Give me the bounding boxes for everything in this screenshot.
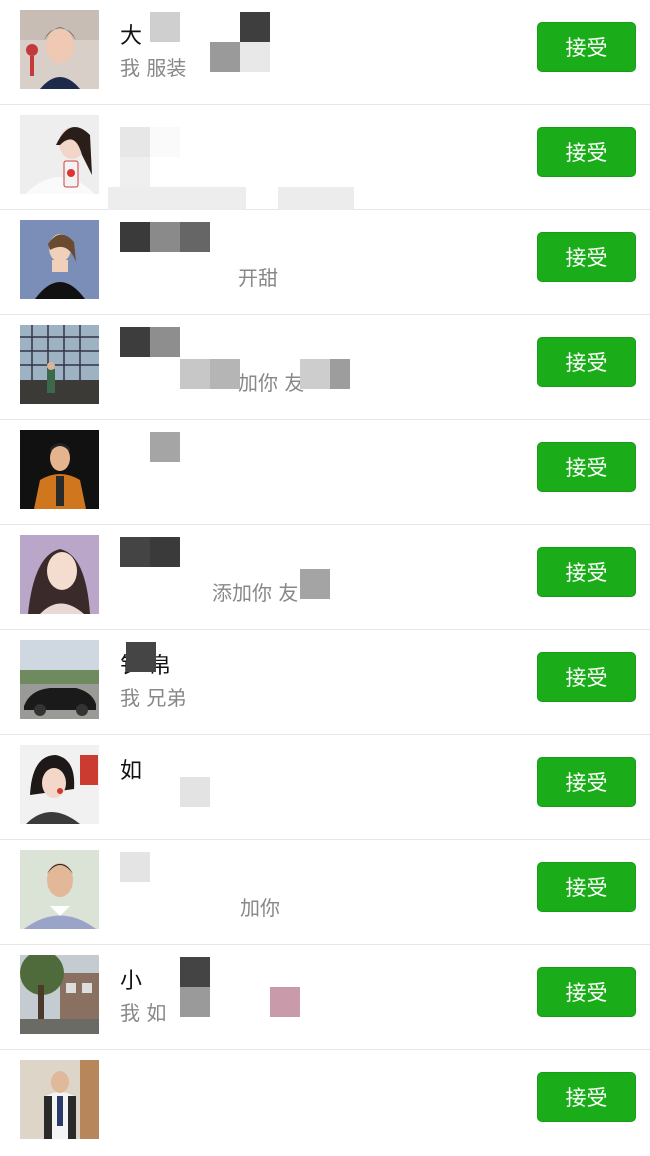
friend-request-row[interactable]: 小 我 如 接受 xyxy=(0,945,650,1050)
avatar-woman-eating-icon xyxy=(20,745,99,824)
accept-button[interactable]: 接受 xyxy=(537,967,636,1017)
request-message: 加你 友 xyxy=(238,371,305,395)
avatar[interactable] xyxy=(20,955,99,1034)
friend-request-row[interactable]: 大 我 服装 接受 xyxy=(0,0,650,105)
request-message: 我 服装 xyxy=(120,56,187,80)
avatar-woman-drink-icon xyxy=(20,115,99,194)
accept-button[interactable]: 接受 xyxy=(537,547,636,597)
accept-button[interactable]: 接受 xyxy=(537,1072,636,1122)
friend-request-row[interactable]: 加你 友 接受 xyxy=(0,315,650,420)
avatar-man-collar-icon xyxy=(20,850,99,929)
accept-button[interactable]: 接受 xyxy=(537,442,636,492)
accept-button[interactable]: 接受 xyxy=(537,127,636,177)
avatar[interactable] xyxy=(20,850,99,929)
friend-request-row[interactable]: 开甜 接受 xyxy=(0,210,650,315)
new-friends-list: 大 我 服装 接受 接受 开甜 接受 加你 友 接受 接受 添加你 友 接受 帛… xyxy=(0,0,650,1155)
request-message: 我 如 xyxy=(120,1001,167,1025)
friend-request-row[interactable]: 加你 接受 xyxy=(0,840,650,945)
avatar-street-tree-icon xyxy=(20,955,99,1034)
avatar[interactable] xyxy=(20,115,99,194)
avatar-man-suit-full-icon xyxy=(20,1060,99,1139)
avatar-black-car-icon xyxy=(20,640,99,719)
friend-request-row[interactable]: 接受 xyxy=(0,420,650,525)
friend-request-row[interactable]: 钅 帛 我 兄弟 接受 xyxy=(0,630,650,735)
avatar[interactable] xyxy=(20,640,99,719)
avatar[interactable] xyxy=(20,1060,99,1139)
avatar[interactable] xyxy=(20,430,99,509)
requester-name: 大 xyxy=(120,24,143,49)
friend-request-row[interactable]: 接受 xyxy=(0,1050,650,1155)
avatar-woman-portrait-icon xyxy=(20,535,99,614)
requester-name: 如 xyxy=(120,759,143,784)
accept-button[interactable]: 接受 xyxy=(537,232,636,282)
accept-button[interactable]: 接受 xyxy=(537,862,636,912)
accept-button[interactable]: 接受 xyxy=(537,757,636,807)
request-message: 我 兄弟 xyxy=(120,686,187,710)
avatar[interactable] xyxy=(20,745,99,824)
accept-button[interactable]: 接受 xyxy=(537,652,636,702)
avatar[interactable] xyxy=(20,535,99,614)
request-message: 开甜 xyxy=(238,266,278,290)
request-message: 加你 xyxy=(240,896,280,920)
requester-name: 小 xyxy=(120,969,143,994)
avatar[interactable] xyxy=(20,10,99,89)
avatar[interactable] xyxy=(20,325,99,404)
friend-request-row[interactable]: 如 接受 xyxy=(0,735,650,840)
avatar-woman-black-dress-icon xyxy=(20,220,99,299)
friend-request-row[interactable]: 接受 xyxy=(0,105,650,217)
accept-button[interactable]: 接受 xyxy=(537,337,636,387)
friend-request-row[interactable]: 添加你 友 接受 xyxy=(0,525,650,630)
avatar[interactable] xyxy=(20,220,99,299)
request-message: 添加你 友 xyxy=(212,581,299,605)
avatar-man-orange-suit-icon xyxy=(20,430,99,509)
avatar-woman-window-icon xyxy=(20,325,99,404)
avatar-woman-short-hair-icon xyxy=(20,10,99,89)
accept-button[interactable]: 接受 xyxy=(537,22,636,72)
